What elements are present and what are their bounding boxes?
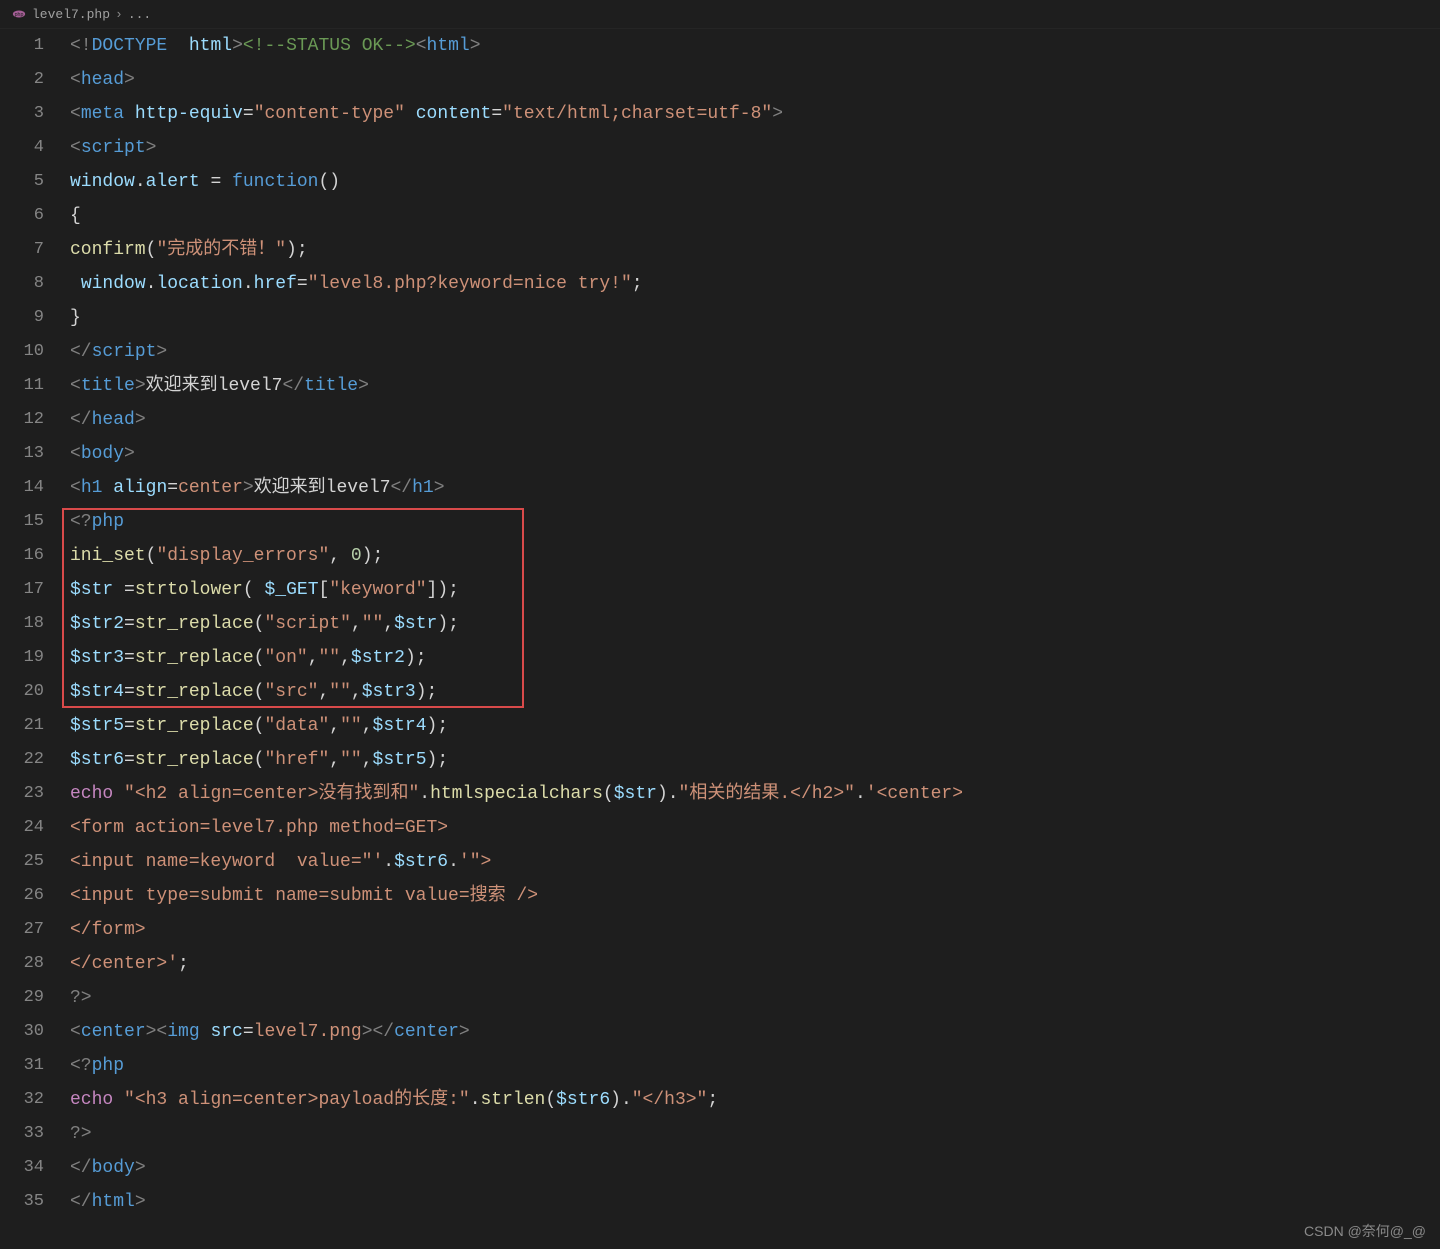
code-line[interactable]: echo "<h2 align=center>没有找到和".htmlspecia… (62, 777, 1440, 811)
line-number: 23 (0, 777, 44, 811)
code-line[interactable]: <form action=level7.php method=GET> (62, 811, 1440, 845)
watermark: CSDN @奈何@_@ (1304, 1221, 1426, 1241)
code-line[interactable]: <input name=keyword value="'.$str6.'"> (62, 845, 1440, 879)
line-number: 35 (0, 1185, 44, 1219)
line-number: 34 (0, 1151, 44, 1185)
code-line[interactable]: } (62, 301, 1440, 335)
line-number: 1 (0, 29, 44, 63)
line-number: 18 (0, 607, 44, 641)
line-number: 24 (0, 811, 44, 845)
code-line[interactable]: <head> (62, 63, 1440, 97)
code-line[interactable]: { (62, 199, 1440, 233)
line-number: 10 (0, 335, 44, 369)
code-line[interactable]: </body> (62, 1151, 1440, 1185)
code-line[interactable]: $str2=str_replace("script","",$str); (62, 607, 1440, 641)
line-number: 32 (0, 1083, 44, 1117)
code-line[interactable]: <center><img src=level7.png></center> (62, 1015, 1440, 1049)
line-number: 16 (0, 539, 44, 573)
line-number: 6 (0, 199, 44, 233)
line-number: 28 (0, 947, 44, 981)
code-editor[interactable]: 1234567891011121314151617181920212223242… (0, 29, 1440, 1219)
code-line[interactable]: ini_set("display_errors", 0); (62, 539, 1440, 573)
code-line[interactable]: window.alert = function() (62, 165, 1440, 199)
code-line[interactable]: <!DOCTYPE html><!--STATUS OK--><html> (62, 29, 1440, 63)
line-number: 19 (0, 641, 44, 675)
breadcrumb-tail[interactable]: ... (128, 7, 151, 22)
code-content[interactable]: <!DOCTYPE html><!--STATUS OK--><html><he… (62, 29, 1440, 1219)
code-line[interactable]: <title>欢迎来到level7</title> (62, 369, 1440, 403)
line-number: 7 (0, 233, 44, 267)
line-number: 2 (0, 63, 44, 97)
code-line[interactable]: <?php (62, 505, 1440, 539)
line-number: 22 (0, 743, 44, 777)
code-line[interactable]: </script> (62, 335, 1440, 369)
code-line[interactable]: $str3=str_replace("on","",$str2); (62, 641, 1440, 675)
code-line[interactable]: $str5=str_replace("data","",$str4); (62, 709, 1440, 743)
line-number: 33 (0, 1117, 44, 1151)
line-number: 5 (0, 165, 44, 199)
line-number: 21 (0, 709, 44, 743)
line-number: 12 (0, 403, 44, 437)
code-line[interactable]: $str4=str_replace("src","",$str3); (62, 675, 1440, 709)
code-line[interactable]: </center>'; (62, 947, 1440, 981)
line-number: 8 (0, 267, 44, 301)
line-number: 25 (0, 845, 44, 879)
breadcrumb[interactable]: php level7.php › ... (0, 0, 1440, 29)
code-line[interactable]: </head> (62, 403, 1440, 437)
code-line[interactable]: echo "<h3 align=center>payload的长度:".strl… (62, 1083, 1440, 1117)
code-line[interactable]: window.location.href="level8.php?keyword… (62, 267, 1440, 301)
code-line[interactable]: <body> (62, 437, 1440, 471)
php-file-icon: php (12, 7, 26, 21)
line-number: 11 (0, 369, 44, 403)
line-number: 15 (0, 505, 44, 539)
code-line[interactable]: </html> (62, 1185, 1440, 1219)
code-line[interactable]: <input type=submit name=submit value=搜索 … (62, 879, 1440, 913)
code-line[interactable]: ?> (62, 981, 1440, 1015)
code-line[interactable]: confirm("完成的不错！"); (62, 233, 1440, 267)
code-line[interactable]: $str6=str_replace("href","",$str5); (62, 743, 1440, 777)
line-number: 27 (0, 913, 44, 947)
breadcrumb-file[interactable]: level7.php (32, 7, 110, 22)
line-number: 31 (0, 1049, 44, 1083)
line-number: 20 (0, 675, 44, 709)
line-number: 14 (0, 471, 44, 505)
code-line[interactable]: <h1 align=center>欢迎来到level7</h1> (62, 471, 1440, 505)
line-number-gutter: 1234567891011121314151617181920212223242… (0, 29, 62, 1219)
chevron-right-icon: › (115, 7, 123, 22)
line-number: 17 (0, 573, 44, 607)
code-line[interactable]: </form> (62, 913, 1440, 947)
line-number: 29 (0, 981, 44, 1015)
line-number: 30 (0, 1015, 44, 1049)
svg-text:php: php (15, 12, 24, 18)
line-number: 3 (0, 97, 44, 131)
code-line[interactable]: <?php (62, 1049, 1440, 1083)
line-number: 26 (0, 879, 44, 913)
code-line[interactable]: <meta http-equiv="content-type" content=… (62, 97, 1440, 131)
code-line[interactable]: ?> (62, 1117, 1440, 1151)
line-number: 13 (0, 437, 44, 471)
line-number: 9 (0, 301, 44, 335)
code-line[interactable]: $str =strtolower( $_GET["keyword"]); (62, 573, 1440, 607)
code-line[interactable]: <script> (62, 131, 1440, 165)
line-number: 4 (0, 131, 44, 165)
